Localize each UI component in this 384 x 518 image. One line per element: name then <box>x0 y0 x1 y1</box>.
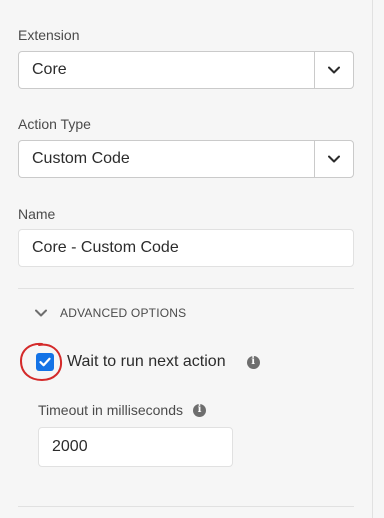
section-divider <box>18 288 354 289</box>
timeout-input[interactable] <box>38 427 233 467</box>
chevron-down-icon <box>328 150 340 168</box>
extension-label: Extension <box>18 27 80 43</box>
info-icon[interactable]: i <box>246 355 260 369</box>
extension-select-value: Core <box>32 61 67 78</box>
action-type-dropdown-button[interactable] <box>314 141 353 177</box>
advanced-options-toggle[interactable]: ADVANCED OPTIONS <box>34 303 186 323</box>
advanced-options-header: ADVANCED OPTIONS <box>60 306 187 320</box>
timeout-label: Timeout in milliseconds <box>38 402 183 418</box>
action-type-select[interactable]: Custom Code <box>18 140 354 178</box>
extension-dropdown-button[interactable] <box>314 52 353 88</box>
info-icon[interactable]: i <box>192 403 206 417</box>
action-type-label: Action Type <box>18 116 91 132</box>
action-config-panel: Extension Core Action Type Custom Code N… <box>0 0 372 518</box>
action-type-select-value: Custom Code <box>32 150 130 167</box>
bottom-divider <box>18 506 354 507</box>
extension-select[interactable]: Core <box>18 51 354 89</box>
chevron-down-icon <box>328 61 340 79</box>
wait-to-run-label[interactable]: Wait to run next action <box>67 353 226 371</box>
chevron-down-icon <box>34 306 48 320</box>
timeout-label-row: Timeout in milliseconds i <box>38 402 206 418</box>
name-input[interactable] <box>18 229 354 267</box>
checkmark-icon <box>39 357 51 367</box>
name-label: Name <box>18 206 56 222</box>
panel-edge <box>372 0 373 518</box>
wait-checkbox-row: Wait to run next action i <box>36 353 260 371</box>
wait-to-run-checkbox[interactable] <box>36 353 54 371</box>
